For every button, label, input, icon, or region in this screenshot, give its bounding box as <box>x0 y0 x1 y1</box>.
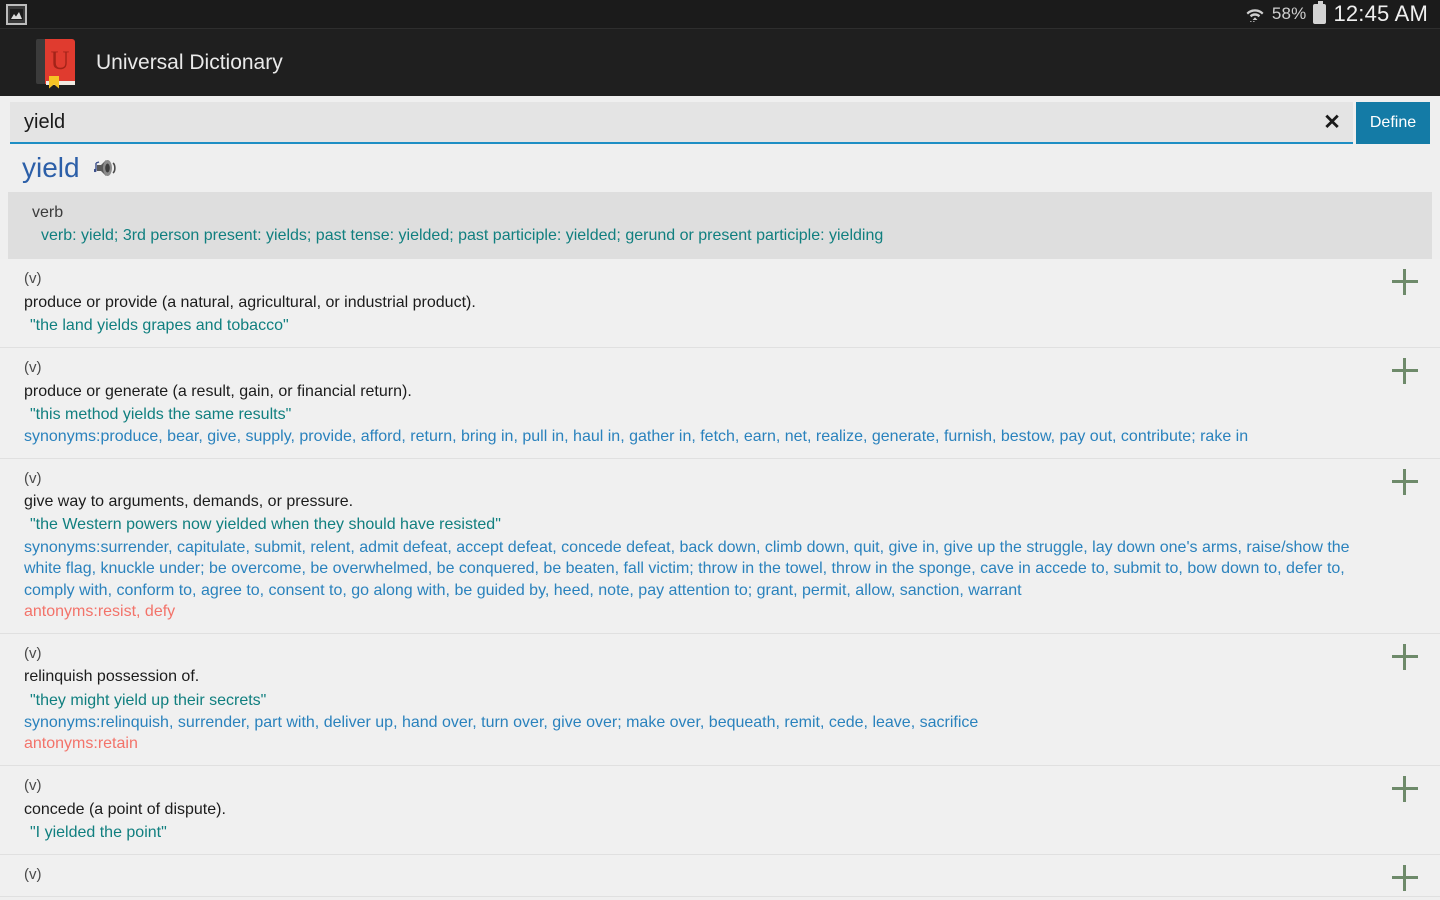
battery-percent-label: 58% <box>1271 4 1307 23</box>
definition-pos: (v) <box>24 777 42 795</box>
definition-entry: (v) concede (a point of dispute). "I yie… <box>0 766 1440 855</box>
definition-synonyms: synonyms:produce, bear, give, supply, pr… <box>24 428 1249 446</box>
plus-icon[interactable] <box>1392 269 1418 296</box>
part-of-speech-band: verb verb: yield; 3rd person present: yi… <box>8 192 1432 260</box>
headword-row: yield <box>0 144 1440 192</box>
definition-entry: (v) produce or provide (a natural, agric… <box>0 259 1440 349</box>
definition-text: relinquish possession of. <box>24 668 200 686</box>
search-row: ✕ Define <box>0 96 1440 144</box>
status-bar-indicators: 58% 12:45 AM <box>1245 1 1428 27</box>
definition-entry: (v) <box>0 855 1440 898</box>
app-bar: U Universal Dictionary <box>0 28 1440 96</box>
definition-text: concede (a point of dispute). <box>24 800 226 818</box>
definition-text: produce or generate (a result, gain, or … <box>24 382 412 400</box>
plus-icon[interactable] <box>1392 776 1418 803</box>
part-of-speech-inflections: verb: yield; 3rd person present: yields;… <box>41 227 884 245</box>
definition-antonyms: antonyms:retain <box>24 735 138 753</box>
clear-search-icon[interactable]: ✕ <box>1311 112 1353 133</box>
speaker-sound-icon[interactable] <box>93 157 120 179</box>
search-field-wrapper[interactable]: ✕ <box>10 102 1353 144</box>
headword-label: yield <box>22 152 80 183</box>
app-title: Universal Dictionary <box>96 50 283 74</box>
part-of-speech-name: verb <box>32 204 64 221</box>
define-button[interactable]: Define <box>1356 102 1430 144</box>
search-input[interactable] <box>10 102 1311 142</box>
screenshot-image-icon <box>6 3 27 25</box>
definitions-list: (v) produce or provide (a natural, agric… <box>0 259 1440 898</box>
definition-pos: (v) <box>24 865 42 883</box>
definition-antonyms: antonyms:resist, defy <box>24 603 176 621</box>
definition-pos: (v) <box>24 644 42 662</box>
definition-entry: (v) produce or generate (a result, gain,… <box>0 348 1440 459</box>
plus-icon[interactable] <box>1392 468 1418 495</box>
definition-example: "the land yields grapes and tobacco" <box>30 317 289 335</box>
clock-label: 12:45 AM <box>1333 1 1428 26</box>
definition-synonyms: synonyms:surrender, capitulate, submit, … <box>24 538 1350 599</box>
definition-text: give way to arguments, demands, or press… <box>24 493 354 511</box>
wifi-icon <box>1246 9 1264 23</box>
definition-example: "the Western powers now yielded when the… <box>30 516 501 534</box>
dictionary-book-icon: U <box>36 38 78 89</box>
definition-example: "they might yield up their secrets" <box>30 691 267 709</box>
battery-icon <box>1313 1 1327 24</box>
definition-example: "I yielded the point" <box>30 823 167 841</box>
book-icon-letter: U <box>50 45 70 75</box>
plus-icon[interactable] <box>1392 358 1418 385</box>
definition-example: "this method yields the same results" <box>30 405 292 423</box>
plus-icon[interactable] <box>1392 864 1418 891</box>
definition-entry: (v) give way to arguments, demands, or p… <box>0 459 1440 634</box>
definition-synonyms: synonyms:relinquish, surrender, part wit… <box>24 713 979 731</box>
definition-pos: (v) <box>24 359 42 377</box>
definition-pos: (v) <box>24 270 42 288</box>
status-bar: 58% 12:45 AM <box>0 0 1440 28</box>
status-bar-notifications <box>6 3 27 25</box>
definition-text: produce or provide (a natural, agricultu… <box>24 293 476 311</box>
plus-icon[interactable] <box>1392 643 1418 670</box>
definition-pos: (v) <box>24 469 42 487</box>
definition-entry: (v) relinquish possession of. "they migh… <box>0 634 1440 767</box>
